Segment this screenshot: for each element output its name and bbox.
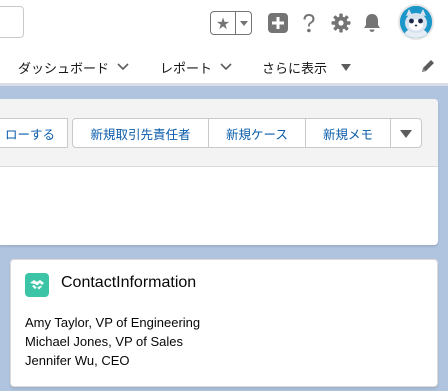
caret-down-icon[interactable] — [236, 12, 251, 34]
chevron-down-icon[interactable] — [220, 60, 232, 75]
follow-button-label: ローする — [4, 126, 55, 142]
favorites-button-group: ★ — [210, 11, 252, 35]
contact-line: Jennifer Wu, CEO — [25, 353, 130, 368]
highlights-panel: ローする 新規取引先責任者 新規ケース 新規メモ — [0, 99, 438, 245]
nav-item-dashboards[interactable]: ダッシュボード — [18, 56, 129, 78]
nav-item-label: さらに表示 — [262, 61, 328, 77]
nav-item-label: ダッシュボード — [18, 61, 110, 77]
edit-nav-icon[interactable] — [420, 58, 436, 78]
new-case-button[interactable]: 新規ケース — [208, 118, 306, 148]
follow-button[interactable]: ローする — [0, 118, 68, 148]
help-icon[interactable] — [297, 11, 321, 35]
new-note-button-label: 新規メモ — [322, 126, 373, 142]
nav-item-more[interactable]: さらに表示 — [262, 56, 352, 78]
new-contact-button[interactable]: 新規取引先責任者 — [72, 118, 209, 148]
global-header: ★ — [0, 0, 448, 46]
contact-line: Michael Jones, VP of Sales — [25, 334, 184, 349]
bell-icon[interactable] — [360, 11, 384, 35]
chevron-down-icon[interactable] — [117, 60, 129, 75]
avatar[interactable] — [398, 4, 434, 40]
new-contact-button-label: 新規取引先責任者 — [90, 126, 191, 142]
more-actions-button[interactable] — [390, 118, 422, 148]
gear-icon[interactable] — [329, 11, 353, 35]
new-note-button[interactable]: 新規メモ — [305, 118, 391, 148]
caret-down-icon — [400, 126, 412, 141]
contact-information-card: ContactInformation Amy Taylor, VP of Eng… — [10, 259, 438, 387]
star-icon[interactable]: ★ — [211, 12, 236, 34]
caret-down-icon[interactable] — [341, 60, 352, 75]
new-case-button-label: 新規ケース — [226, 126, 288, 142]
contact-line: Amy Taylor, VP of Engineering — [25, 315, 201, 330]
nav-item-label: レポート — [160, 61, 213, 77]
search-input[interactable] — [0, 6, 24, 38]
plus-icon[interactable] — [266, 11, 290, 35]
nav-item-reports[interactable]: レポート — [160, 56, 232, 78]
nav-bar: ダッシュボード レポート さらに表示 — [0, 46, 448, 86]
card-title: ContactInformation — [61, 274, 197, 291]
handshake-icon — [25, 273, 49, 297]
